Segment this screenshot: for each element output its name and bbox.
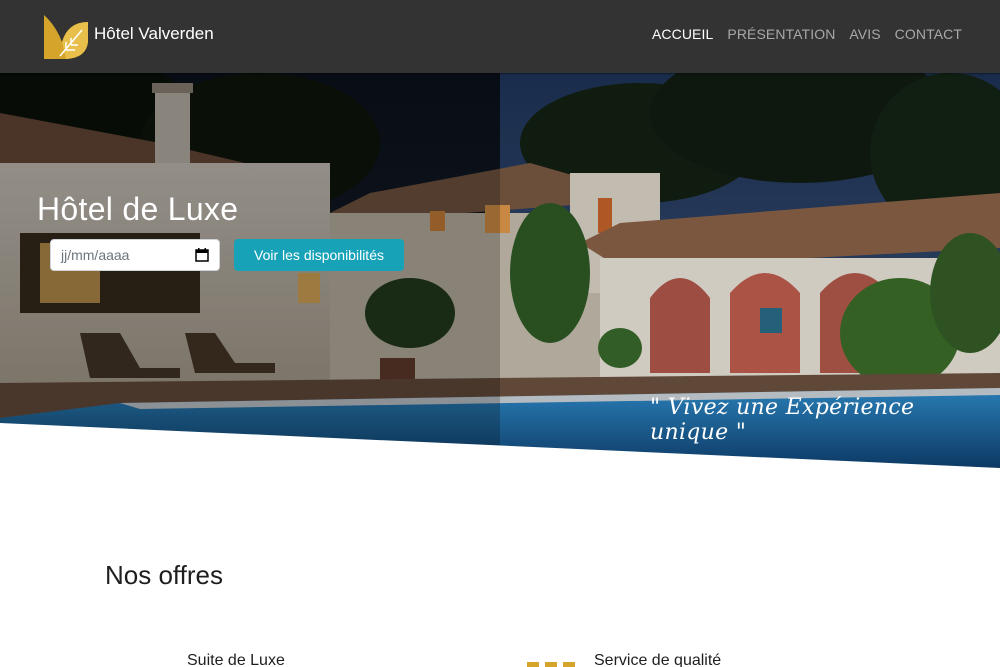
golden-leaf-icon <box>44 15 88 59</box>
brand[interactable]: Hôtel Valverden <box>42 12 214 60</box>
check-availability-button[interactable]: Voir les disponibilités <box>234 239 404 271</box>
nav-item-accueil[interactable]: ACCUEIL <box>652 26 713 42</box>
hero-tagline: " Vivez une Expérience unique " <box>650 395 915 445</box>
offers-heading: Nos offres <box>105 560 224 590</box>
nav-item-avis[interactable]: AVIS <box>849 26 880 42</box>
nav-item-contact[interactable]: CONTACT <box>895 26 962 42</box>
hero-section: Hôtel de Luxe jj/mm/aaaa Voir les dispon… <box>0 73 1000 473</box>
nav-item-presentation[interactable]: PRÉSENTATION <box>727 26 835 42</box>
calendar-icon[interactable] <box>195 248 209 262</box>
offer-item-service: Service de qualité <box>594 652 722 667</box>
offer-item-suite: Suite de Luxe <box>187 652 285 667</box>
service-icon <box>527 662 575 667</box>
hero-title: Hôtel de Luxe <box>37 191 239 227</box>
navbar: Hôtel Valverden ACCUEIL PRÉSENTATION AVI… <box>0 0 1000 73</box>
date-input[interactable]: jj/mm/aaaa <box>50 239 220 271</box>
main-nav: ACCUEIL PRÉSENTATION AVIS CONTACT <box>652 26 962 42</box>
brand-name: Hôtel Valverden <box>94 24 214 43</box>
date-placeholder: jj/mm/aaaa <box>61 247 130 263</box>
